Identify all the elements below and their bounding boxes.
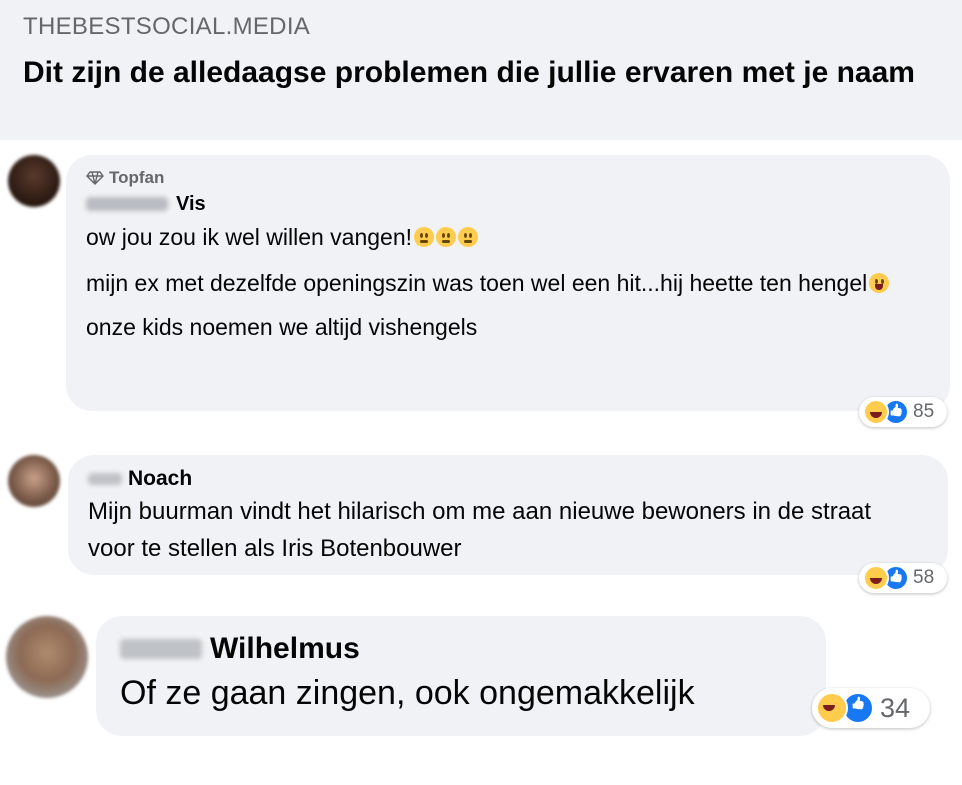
reaction-count: 85	[913, 401, 935, 422]
comment-text: ow jou zou ik wel willen vangen! mijn ex…	[86, 219, 930, 345]
comment-paragraph: Of ze gaan zingen, ook ongemakkelijk	[120, 674, 695, 712]
commenter-name[interactable]: Wilhelmus	[210, 632, 360, 666]
site-name: THEBESTSOCIAL.MEDIA	[23, 13, 311, 40]
comment-paragraph: mijn ex met dezelfde openingszin was toe…	[86, 270, 868, 296]
avatar[interactable]	[6, 616, 88, 698]
haha-reaction-icon	[816, 692, 848, 724]
comment-bubble: Wilhelmus Of ze gaan zingen, ook ongemak…	[96, 616, 826, 736]
commenter-name[interactable]: Vis	[176, 193, 206, 216]
blurred-first-name	[86, 197, 168, 211]
reaction-count: 34	[880, 692, 911, 723]
blurred-first-name	[120, 639, 202, 659]
eye-roll-emoji-icon	[436, 227, 457, 247]
reaction-count: 58	[913, 567, 935, 588]
commenter-name[interactable]: Noach	[128, 467, 192, 491]
diamond-icon	[86, 171, 104, 185]
eye-roll-emoji-icon	[414, 227, 435, 247]
comment-paragraph: Mijn buurman vindt het hilarisch om me a…	[88, 498, 872, 562]
comment-paragraph: ow jou zou ik wel willen vangen!	[86, 224, 413, 250]
comment-bubble: Noach Mijn buurman vindt het hilarisch o…	[68, 455, 948, 575]
avatar[interactable]	[8, 455, 60, 507]
topfan-badge: Topfan	[86, 167, 930, 189]
comment-paragraph: onze kids noemen we altijd vishengels	[86, 314, 478, 340]
blurred-first-name	[88, 473, 122, 485]
reaction-summary[interactable]: 34	[812, 688, 930, 728]
article-title: Dit zijn de alledaagse problemen die jul…	[23, 56, 915, 89]
haha-reaction-icon	[863, 565, 889, 591]
reaction-summary[interactable]: 85	[859, 397, 947, 427]
comment-bubble: Topfan Vis ow jou zou ik wel willen vang…	[66, 155, 950, 411]
reaction-summary[interactable]: 58	[859, 563, 947, 593]
rolling-laughing-emoji-icon	[869, 273, 890, 293]
badge-label: Topfan	[109, 168, 165, 187]
haha-reaction-icon	[863, 399, 889, 425]
article-header: THEBESTSOCIAL.MEDIA Dit zijn de alledaag…	[0, 0, 962, 140]
avatar[interactable]	[8, 155, 60, 207]
eye-roll-emoji-icon	[458, 227, 479, 247]
